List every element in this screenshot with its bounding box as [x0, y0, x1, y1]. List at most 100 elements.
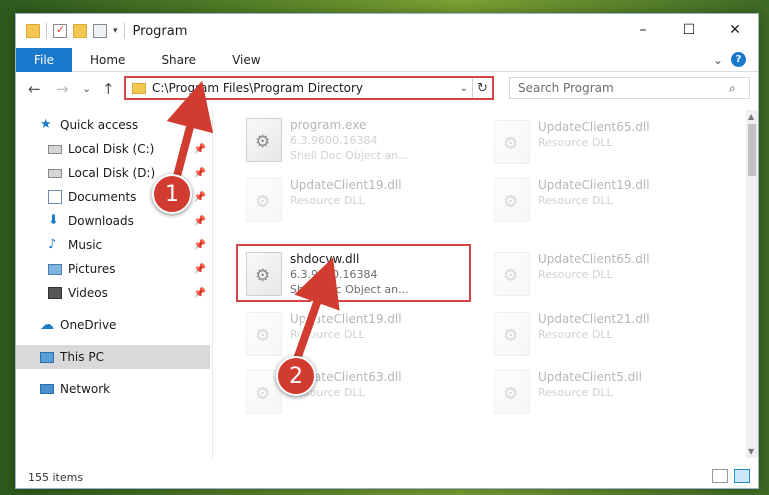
- ribbon-collapse-icon[interactable]: ⌄: [713, 53, 723, 67]
- pin-icon[interactable]: 📌: [194, 288, 206, 299]
- quick-access-toolbar: ▾: [16, 23, 125, 39]
- search-icon: ⌕: [729, 80, 736, 95]
- recent-locations-button[interactable]: ⌄: [82, 82, 91, 95]
- pin-icon[interactable]: 📌: [194, 264, 206, 275]
- pin-icon[interactable]: 📌: [194, 216, 206, 227]
- refresh-button[interactable]: ↻: [472, 78, 492, 98]
- file-name: UpdateClient21.dll: [538, 312, 650, 326]
- file-item-dll[interactable]: UpdateClient19.dll Resource DLL: [486, 172, 706, 228]
- videos-icon: [48, 287, 62, 299]
- scrollbar-thumb[interactable]: [748, 124, 756, 176]
- close-button[interactable]: ✕: [712, 14, 758, 46]
- navigation-pane: ★ Quick access Local Disk (C:) 📌 Local D…: [16, 114, 212, 454]
- pin-icon[interactable]: 📌: [194, 168, 206, 179]
- file-item-dll[interactable]: UpdateClient21.dll Resource DLL: [486, 306, 706, 362]
- up-button[interactable]: ↑: [102, 80, 115, 98]
- toolbar-divider: [46, 23, 47, 39]
- music-icon: ♪: [48, 237, 57, 252]
- file-version: 6.3.9600.16384: [290, 134, 378, 147]
- sidebar-item-network[interactable]: Network: [40, 378, 110, 400]
- file-version: 6.3.9600.16384: [290, 268, 378, 281]
- dll-file-icon: [494, 252, 530, 296]
- sidebar-item-this-pc[interactable]: This PC: [40, 346, 104, 368]
- qat-dropdown-icon[interactable]: ▾: [113, 26, 118, 36]
- file-item-dll[interactable]: UpdateClient65.dll Resource DLL: [486, 246, 706, 302]
- sidebar-item-label: Quick access: [60, 118, 139, 132]
- dll-file-icon: [246, 252, 282, 296]
- file-name: program.exe: [290, 118, 367, 132]
- details-view-icon[interactable]: [712, 469, 728, 483]
- sidebar-item-label: This PC: [60, 350, 104, 364]
- title-bar: ▾ Program – ☐ ✕: [16, 14, 758, 48]
- pin-icon[interactable]: 📌: [194, 144, 206, 155]
- large-icons-view-icon[interactable]: [734, 469, 750, 483]
- back-button[interactable]: ←: [28, 80, 41, 98]
- scroll-down-icon[interactable]: ▼: [748, 447, 754, 456]
- documents-icon: [48, 190, 62, 204]
- sidebar-item-label: Documents: [68, 190, 137, 204]
- pin-icon[interactable]: 📌: [194, 240, 206, 251]
- address-dropdown-icon[interactable]: ⌄: [456, 83, 472, 94]
- sidebar-item-quick-access[interactable]: ★ Quick access: [40, 114, 138, 136]
- file-description: Shell Doc Object an...: [290, 149, 409, 162]
- minimize-button[interactable]: –: [620, 14, 666, 46]
- scroll-up-icon[interactable]: ▲: [748, 112, 754, 121]
- file-item-program-exe[interactable]: program.exe 6.3.9600.16384 Shell Doc Obj…: [238, 112, 458, 168]
- file-type: Resource DLL: [290, 328, 365, 341]
- tab-home[interactable]: Home: [72, 48, 143, 72]
- customize-icon[interactable]: [93, 24, 107, 38]
- address-path[interactable]: C:\Program Files\Program Directory: [152, 81, 456, 95]
- sidebar-item-label: Downloads: [68, 214, 134, 228]
- file-name: UpdateClient65.dll: [538, 120, 650, 134]
- tab-share[interactable]: Share: [143, 48, 214, 72]
- maximize-button[interactable]: ☐: [666, 14, 712, 46]
- file-item-shdocvw-dll[interactable]: shdocvw.dll 6.3.9600.16384 Shell Doc Obj…: [238, 246, 458, 302]
- file-type: Resource DLL: [538, 386, 613, 399]
- sidebar-item-label: Local Disk (C:): [68, 142, 155, 156]
- folder-icon: [26, 24, 40, 38]
- explorer-window: ▾ Program – ☐ ✕ File Home Share View ⌄ ?…: [15, 13, 759, 489]
- sidebar-item-music[interactable]: ♪ Music 📌: [48, 234, 210, 256]
- file-name: UpdateClient19.dll: [290, 178, 402, 192]
- forward-button[interactable]: →: [56, 80, 69, 98]
- tab-file[interactable]: File: [16, 48, 72, 72]
- pane-divider[interactable]: [212, 110, 213, 458]
- search-box[interactable]: Search Program ⌕: [509, 77, 750, 99]
- sidebar-item-local-disk-c[interactable]: Local Disk (C:) 📌: [48, 138, 210, 160]
- file-type: Resource DLL: [538, 136, 613, 149]
- sidebar-item-label: Local Disk (D:): [68, 166, 156, 180]
- view-switcher: [712, 469, 750, 483]
- file-name: UpdateClient65.dll: [538, 252, 650, 266]
- file-item-dll[interactable]: UpdateClient5.dll Resource DLL: [486, 364, 706, 420]
- network-icon: [40, 384, 54, 394]
- sidebar-item-downloads[interactable]: ⬇ Downloads 📌: [48, 210, 210, 232]
- search-input[interactable]: Search Program: [518, 81, 729, 95]
- file-item-dll[interactable]: UpdateClient19.dll Resource DLL: [238, 306, 458, 362]
- new-folder-icon[interactable]: [73, 24, 87, 38]
- file-item-dll[interactable]: UpdateClient65.dll Resource DLL: [486, 114, 706, 170]
- file-item-dll[interactable]: UpdateClient63.dll Resource DLL: [238, 364, 458, 420]
- drive-icon: [48, 144, 62, 154]
- sidebar-item-onedrive[interactable]: ☁ OneDrive: [40, 314, 116, 336]
- help-icon[interactable]: ?: [731, 52, 746, 67]
- dll-file-icon: [494, 178, 530, 222]
- sidebar-item-label: Music: [68, 238, 103, 252]
- properties-check-icon[interactable]: [53, 23, 67, 38]
- sidebar-item-videos[interactable]: Videos 📌: [48, 282, 210, 304]
- dll-file-icon: [494, 370, 530, 414]
- tab-view[interactable]: View: [214, 48, 278, 72]
- sidebar-item-label: OneDrive: [60, 318, 117, 332]
- vertical-scrollbar[interactable]: ▲ ▼: [746, 110, 758, 458]
- file-type: Resource DLL: [290, 194, 365, 207]
- toolbar-divider: [123, 23, 125, 39]
- star-icon: ★: [40, 117, 52, 132]
- sidebar-item-label: Videos: [68, 286, 108, 300]
- address-bar[interactable]: C:\Program Files\Program Directory ⌄ ↻: [124, 76, 494, 100]
- application-icon: [246, 118, 282, 162]
- drive-icon: [48, 168, 62, 178]
- sidebar-item-pictures[interactable]: Pictures 📌: [48, 258, 210, 280]
- file-item-dll[interactable]: UpdateClient19.dll Resource DLL: [238, 172, 458, 228]
- sidebar-item-label: Network: [60, 382, 111, 396]
- file-name: UpdateClient5.dll: [538, 370, 642, 384]
- pin-icon[interactable]: 📌: [194, 192, 206, 203]
